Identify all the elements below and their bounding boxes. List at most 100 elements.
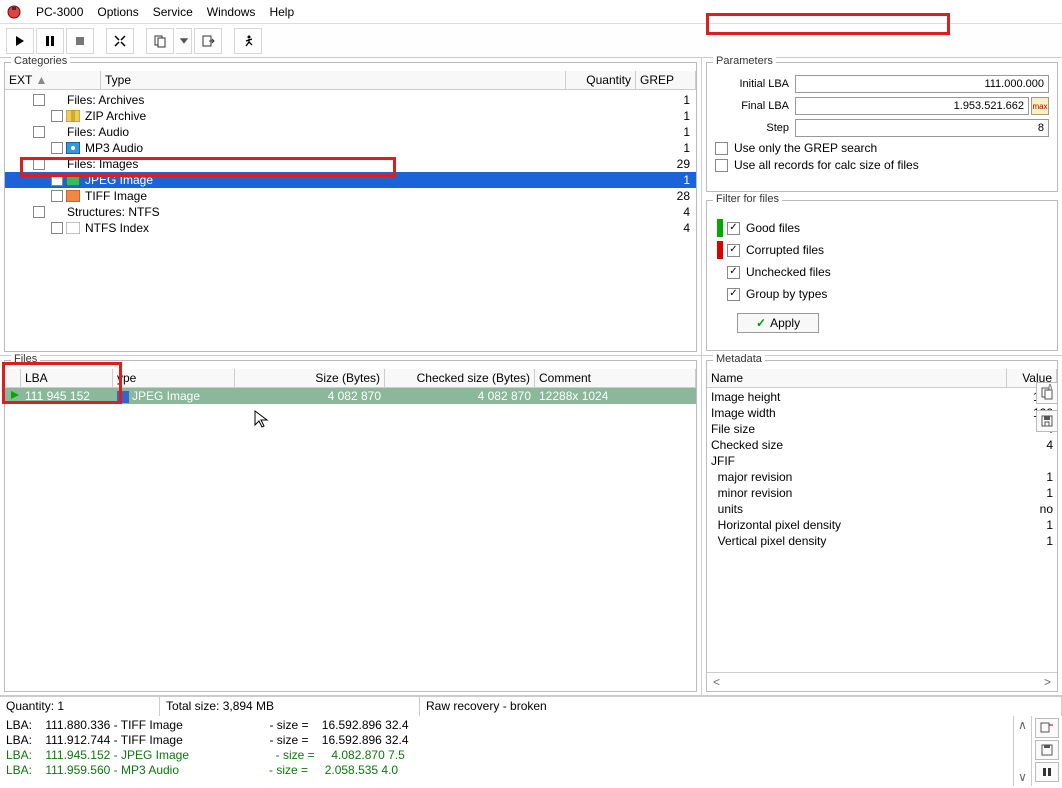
pause-button[interactable] xyxy=(36,28,64,54)
files-row[interactable]: 111 945 152 JPEG Image 4 082 870 4 082 8… xyxy=(5,388,696,404)
all-records-checkbox[interactable] xyxy=(715,159,728,172)
tree-row[interactable]: Files: Images29 xyxy=(5,156,696,172)
app-name: PC-3000 xyxy=(36,5,83,19)
categories-header: EXT ▲ Type Quantity GREP xyxy=(5,71,696,90)
row-checkbox[interactable] xyxy=(51,190,63,202)
step-input[interactable] xyxy=(795,119,1049,137)
copy-dropdown[interactable] xyxy=(176,28,192,54)
file-size: 4 082 870 xyxy=(235,389,385,403)
tree-row[interactable]: Structures: NTFS4 xyxy=(5,204,696,220)
max-button[interactable]: max xyxy=(1031,97,1049,115)
metadata-row[interactable]: Image height102 xyxy=(711,390,1053,406)
corrupted-files-label: Corrupted files xyxy=(746,243,824,257)
cursor-icon xyxy=(253,409,271,429)
metadata-row[interactable]: Checked size4 xyxy=(711,438,1053,454)
menu-bar: PC-3000 Options Service Windows Help xyxy=(0,0,1062,24)
tree-row[interactable]: TIFF Image28 xyxy=(5,188,696,204)
good-files-color-icon xyxy=(717,219,723,237)
metadata-row[interactable]: unitsno xyxy=(711,502,1053,518)
files-col-csize[interactable]: Checked size (Bytes) xyxy=(385,369,535,387)
running-man-button[interactable] xyxy=(234,28,262,54)
row-checkbox[interactable] xyxy=(51,174,63,186)
metadata-list[interactable]: Image height102Image width122File size4C… xyxy=(707,388,1057,552)
tree-row[interactable]: Files: Archives1 xyxy=(5,92,696,108)
meta-col-name[interactable]: Name xyxy=(707,369,1007,387)
metadata-v-scroll-up[interactable]: ∧ xyxy=(1044,380,1056,394)
row-checkbox[interactable] xyxy=(51,142,63,154)
grep-only-label: Use only the GREP search xyxy=(734,141,877,155)
grep-only-checkbox[interactable] xyxy=(715,142,728,155)
group-by-types-checkbox[interactable] xyxy=(727,288,740,301)
copy-button[interactable] xyxy=(146,28,174,54)
metadata-row[interactable]: Vertical pixel density1 xyxy=(711,534,1053,550)
row-qty: 29 xyxy=(636,157,696,171)
good-files-checkbox[interactable] xyxy=(727,222,740,235)
save-metadata-button[interactable] xyxy=(1036,410,1058,432)
menu-windows[interactable]: Windows xyxy=(207,5,256,19)
metadata-row[interactable]: Image width122 xyxy=(711,406,1053,422)
jpeg-icon xyxy=(117,391,129,403)
row-name: Files: Audio xyxy=(67,125,636,139)
col-grep[interactable]: GREP xyxy=(636,71,696,89)
metadata-row[interactable]: JFIF xyxy=(711,454,1053,470)
metadata-title: Metadata xyxy=(713,353,765,365)
unchecked-files-checkbox[interactable] xyxy=(727,266,740,279)
row-checkbox[interactable] xyxy=(33,158,45,170)
categories-tree[interactable]: Files: Archives1ZIP Archive1Files: Audio… xyxy=(5,90,696,238)
log-copy-button[interactable] xyxy=(1035,718,1059,738)
tree-row[interactable]: Files: Audio1 xyxy=(5,124,696,140)
files-col-lba[interactable]: LBA xyxy=(21,369,113,387)
row-qty: 1 xyxy=(636,173,696,187)
row-checkbox[interactable] xyxy=(33,126,45,138)
final-lba-input[interactable] xyxy=(795,97,1029,115)
zip-icon xyxy=(65,109,81,123)
metadata-row[interactable]: Horizontal pixel density1 xyxy=(711,518,1053,534)
tools-button[interactable] xyxy=(106,28,134,54)
col-ext[interactable]: EXT ▲ xyxy=(5,71,101,89)
tree-row[interactable]: NTFS Index4 xyxy=(5,220,696,236)
menu-options[interactable]: Options xyxy=(97,5,138,19)
play-button[interactable] xyxy=(6,28,34,54)
corrupted-files-checkbox[interactable] xyxy=(727,244,740,257)
log-v-scrollbar[interactable]: ∧∨ xyxy=(1014,716,1032,786)
log-save-button[interactable] xyxy=(1035,740,1059,760)
tree-row[interactable]: ZIP Archive1 xyxy=(5,108,696,124)
files-col-type[interactable]: ype xyxy=(113,369,235,387)
unchecked-files-label: Unchecked files xyxy=(746,265,831,279)
row-qty: 1 xyxy=(636,93,696,107)
row-checkbox[interactable] xyxy=(33,206,45,218)
status-total-size: Total size: 3,894 MB xyxy=(160,697,420,716)
metadata-h-scrollbar[interactable]: <> xyxy=(707,672,1057,691)
row-checkbox[interactable] xyxy=(33,94,45,106)
files-col-size[interactable]: Size (Bytes) xyxy=(235,369,385,387)
menu-help[interactable]: Help xyxy=(269,5,294,19)
row-qty: 4 xyxy=(636,205,696,219)
row-name: TIFF Image xyxy=(85,189,636,203)
row-checkbox[interactable] xyxy=(51,110,63,122)
metadata-row[interactable]: major revision1 xyxy=(711,470,1053,486)
row-qty: 4 xyxy=(636,221,696,235)
stop-button[interactable] xyxy=(66,28,94,54)
app-logo-icon xyxy=(6,4,22,20)
folder-icon xyxy=(47,125,63,139)
row-checkbox[interactable] xyxy=(51,222,63,234)
metadata-row[interactable]: File size4 xyxy=(711,422,1053,438)
parameters-title: Parameters xyxy=(713,55,776,67)
tree-row[interactable]: MP3 Audio1 xyxy=(5,140,696,156)
file-lba: 111 945 152 xyxy=(21,389,113,403)
export-button[interactable] xyxy=(194,28,222,54)
files-col-comment[interactable]: Comment xyxy=(535,369,696,387)
tree-row[interactable]: JPEG Image1 xyxy=(5,172,696,188)
col-qty[interactable]: Quantity xyxy=(566,71,636,89)
initial-lba-input[interactable] xyxy=(795,75,1049,93)
row-name: NTFS Index xyxy=(85,221,636,235)
log-panel[interactable]: LBA: 111.880.336 - TIFF Image - size = 1… xyxy=(0,716,1014,786)
apply-button[interactable]: ✓Apply xyxy=(737,313,819,333)
group-by-types-label: Group by types xyxy=(746,287,827,301)
mp3-icon xyxy=(65,141,81,155)
metadata-row[interactable]: minor revision1 xyxy=(711,486,1053,502)
log-pause-button[interactable] xyxy=(1035,762,1059,782)
status-quantity: Quantity: 1 xyxy=(0,697,160,716)
menu-service[interactable]: Service xyxy=(153,5,193,19)
col-type[interactable]: Type xyxy=(101,71,566,89)
